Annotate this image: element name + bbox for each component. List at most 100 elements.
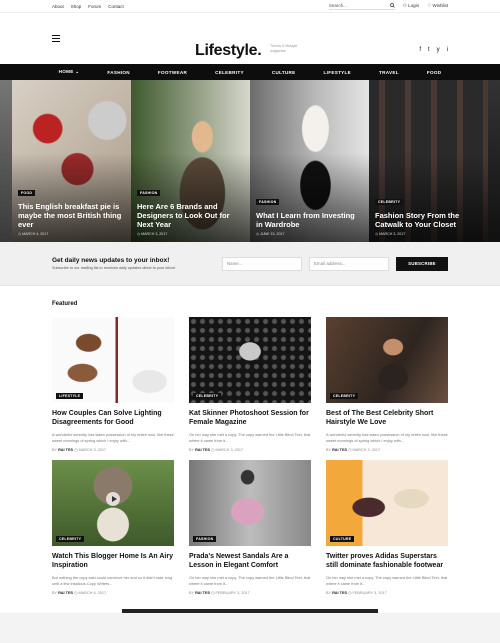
article-card: CULTURE Twitter proves Adidas Superstars…: [326, 460, 448, 595]
login-link[interactable]: ⚇ Login: [403, 3, 419, 9]
category-tag[interactable]: CELEBRITY: [375, 199, 404, 205]
nav-culture[interactable]: CULTURE: [272, 70, 296, 75]
site-header: Lifestyle. Trends & lifestyle magazine f…: [0, 12, 500, 64]
author-link[interactable]: RAI TES: [195, 591, 210, 595]
author-link[interactable]: RAI TES: [332, 591, 347, 595]
article-meta: BY RAI TES ◷ MARCH 3, 2017: [189, 448, 244, 452]
hero-slide[interactable]: FASHION What I Learn from Investing in W…: [250, 80, 369, 242]
top-link-about[interactable]: About: [52, 4, 64, 9]
hero-title[interactable]: Fashion Story From the Catwalk to Your C…: [375, 211, 482, 229]
nav-celebrity[interactable]: CELEBRITY: [215, 70, 244, 75]
hero-carousel: FOOD This English breakfast pie is maybe…: [0, 80, 500, 242]
article-title[interactable]: Prada's Newest Sandals Are a Lesson in E…: [189, 552, 311, 570]
category-tag[interactable]: LIFESTYLE: [56, 393, 84, 399]
nav-food[interactable]: FOOD: [427, 70, 441, 75]
hero-date: ◷ MARCH 3, 2017: [375, 232, 406, 236]
search-placeholder: Search...: [328, 2, 347, 8]
nav-footwear[interactable]: FOOTWEAR: [158, 70, 187, 75]
article-image[interactable]: LIFESTYLE: [52, 317, 174, 403]
article-title[interactable]: Kat Skinner Photoshoot Session for Femal…: [189, 409, 311, 427]
article-excerpt: On her way she met a copy. The copy warn…: [189, 432, 311, 443]
article-image[interactable]: CULTURE: [326, 460, 448, 546]
search-input[interactable]: Search...: [328, 2, 395, 10]
article-meta: BY RAI TES ◷ MARCH 3, 2017: [326, 448, 381, 452]
site-logo[interactable]: Lifestyle.: [195, 42, 262, 60]
author-link[interactable]: RAI TES: [195, 448, 210, 452]
article-excerpt: On her way she met a copy. The copy warn…: [326, 575, 448, 586]
category-tag[interactable]: CULTURE: [330, 536, 355, 542]
article-card: CELEBRITY Best of The Best Celebrity Sho…: [326, 317, 448, 452]
youtube-icon[interactable]: y: [437, 47, 440, 53]
category-tag[interactable]: FOOD: [18, 190, 36, 196]
heart-icon: ♡: [427, 3, 432, 8]
article-card: CELEBRITY Kat Skinner Photoshoot Session…: [189, 317, 311, 452]
email-field[interactable]: Email address...: [309, 256, 389, 271]
menu-icon[interactable]: [52, 35, 60, 42]
category-tag[interactable]: FASHION: [193, 536, 217, 542]
hero-slide[interactable]: CELEBRITY Fashion Story From the Catwalk…: [369, 80, 488, 242]
top-link-contact[interactable]: Contact: [108, 4, 124, 9]
facebook-icon[interactable]: f: [419, 47, 421, 53]
hero-slide[interactable]: FOOD This English breakfast pie is maybe…: [12, 80, 131, 242]
category-tag[interactable]: CELEBRITY: [330, 393, 359, 399]
author-link[interactable]: RAI TES: [332, 448, 347, 452]
article-title[interactable]: Best of The Best Celebrity Short Hairsty…: [326, 409, 448, 427]
section-title: Featured: [52, 301, 78, 307]
hero-date: ◷ MARCH 4, 2017: [18, 232, 49, 236]
category-tag[interactable]: FASHION: [137, 190, 161, 196]
article-image[interactable]: CELEBRITY: [326, 317, 448, 403]
next-section-preview: [122, 609, 378, 613]
top-link-shop[interactable]: Shop: [71, 4, 82, 9]
article-image[interactable]: FASHION: [189, 460, 311, 546]
top-bar: About Shop Forum Contact Search... ⚇ Log…: [0, 0, 500, 12]
hero-slide[interactable]: FASHION Here Are 6 Brands and Designers …: [131, 80, 250, 242]
article-excerpt: A wonderful serenity has taken possessio…: [52, 432, 174, 443]
user-icon: ⚇: [402, 3, 407, 8]
featured-section: Featured LIFESTYLE How Couples Can Solve…: [0, 286, 500, 613]
featured-grid: LIFESTYLE How Couples Can Solve Lighting…: [52, 317, 448, 595]
article-image[interactable]: CELEBRITY: [52, 460, 174, 546]
category-tag[interactable]: CELEBRITY: [193, 393, 222, 399]
hero-caption: CELEBRITY Fashion Story From the Catwalk…: [375, 190, 482, 236]
hero-date: ◷ MARCH 3, 2017: [137, 232, 168, 236]
instagram-icon[interactable]: i: [447, 47, 448, 53]
top-link-forum[interactable]: Forum: [88, 4, 101, 9]
top-bar-right: Search... ⚇ Login ♡ Wishlist: [328, 2, 448, 10]
subscribe-button[interactable]: SUBSCRIBE: [396, 256, 448, 271]
wishlist-link[interactable]: ♡ Wishlist: [427, 3, 448, 9]
article-excerpt: But nothing the copy said could convince…: [52, 575, 173, 586]
article-title[interactable]: Twitter proves Adidas Superstars still d…: [326, 552, 448, 570]
category-tag[interactable]: CELEBRITY: [56, 536, 85, 542]
article-card: FASHION Prada's Newest Sandals Are a Les…: [189, 460, 311, 595]
newsletter-heading: Get daily news updates to your inbox!: [52, 257, 170, 264]
author-link[interactable]: RAI TES: [58, 448, 73, 452]
newsletter-text: Get daily news updates to your inbox! Su…: [52, 257, 175, 270]
search-icon: [390, 2, 395, 8]
twitter-icon[interactable]: t: [428, 47, 430, 53]
play-icon[interactable]: [106, 491, 120, 506]
hero-title[interactable]: Here Are 6 Brands and Designers to Look …: [137, 202, 244, 229]
nav-travel[interactable]: TRAVEL: [379, 70, 399, 75]
hero-title[interactable]: This English breakfast pie is maybe the …: [18, 202, 125, 229]
nav-fashion[interactable]: FASHION: [107, 70, 130, 75]
hero-title[interactable]: What I Learn from Investing in Wardrobe: [256, 211, 363, 229]
article-meta: BY RAI TES ◷ MARCH 3, 2017: [52, 448, 107, 452]
article-image[interactable]: CELEBRITY: [189, 317, 311, 403]
hero-edge-right: [488, 80, 500, 242]
hero-caption: FASHION Here Are 6 Brands and Designers …: [137, 181, 244, 236]
hero-date: ◷ JUNE 15, 2017: [256, 232, 285, 236]
article-excerpt: On her way she met a copy. The copy warn…: [189, 575, 311, 586]
main-nav: HOME ⌄ FASHION FOOTWEAR CELEBRITY CULTUR…: [0, 64, 500, 80]
hero-caption: FOOD This English breakfast pie is maybe…: [18, 181, 125, 236]
newsletter-form: Name... Email address... SUBSCRIBE: [222, 256, 448, 271]
category-tag[interactable]: FASHION: [256, 199, 280, 205]
name-field[interactable]: Name...: [222, 256, 302, 271]
nav-home[interactable]: HOME ⌄: [59, 69, 80, 75]
article-meta: BY RAI TES ◷ FEBRUARY 3, 2017: [326, 591, 387, 595]
hero-edge-left: [0, 80, 12, 242]
nav-lifestyle[interactable]: LIFESTYLE: [324, 70, 351, 75]
article-card: CELEBRITY Watch This Blogger Home Is An …: [52, 460, 174, 595]
article-title[interactable]: Watch This Blogger Home Is An Airy Inspi…: [52, 552, 174, 570]
author-link[interactable]: RAI TES: [58, 591, 73, 595]
article-title[interactable]: How Couples Can Solve Lighting Disagreem…: [52, 409, 174, 427]
